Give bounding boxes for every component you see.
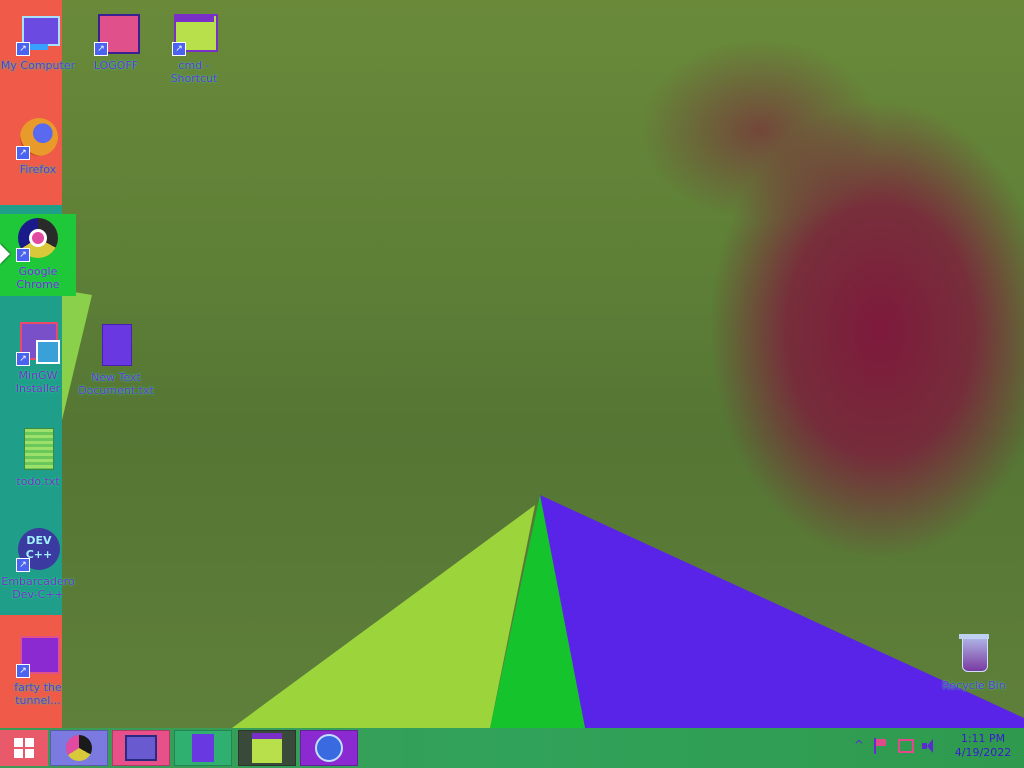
file-icon bbox=[192, 734, 214, 762]
text-document-icon bbox=[94, 324, 138, 368]
desktop-icon-recycle-bin[interactable]: Recycle Bin bbox=[936, 632, 1012, 692]
icon-label: Google Chrome bbox=[16, 265, 60, 291]
desktop-icon-firefox[interactable]: ↗ Firefox bbox=[0, 116, 76, 176]
desktop-icon-mingw-installer[interactable]: ↗ MinGW Installer bbox=[0, 322, 76, 395]
desktop: ↗ My Computer ↗ LOGOFF ↗ cmd - Shortcut … bbox=[0, 0, 1024, 728]
clock-time: 1:11 PM bbox=[960, 732, 1006, 745]
logoff-icon: ↗ bbox=[94, 12, 140, 56]
taskbar-cmd[interactable] bbox=[238, 730, 296, 766]
cmd-icon bbox=[252, 733, 282, 763]
folder-icon: ↗ bbox=[16, 634, 60, 678]
taskbar-chrome[interactable] bbox=[50, 730, 108, 766]
desktop-icon-farty-tunnel[interactable]: ↗ farty the tunnel... bbox=[0, 634, 76, 707]
taskbar: ^ bbox=[0, 728, 1024, 768]
recycle-bin-icon bbox=[952, 632, 996, 676]
desktop-icon-dev-cpp[interactable]: DEV C++ ↗ Embarcadero Dev-C++ bbox=[0, 528, 76, 601]
icon-label: Recycle Bin bbox=[942, 679, 1006, 692]
installer-icon: ↗ bbox=[16, 322, 60, 366]
desktop-icon-google-chrome[interactable]: ↗ Google Chrome bbox=[0, 214, 76, 296]
taskbar-file[interactable] bbox=[174, 730, 232, 766]
chrome-icon bbox=[66, 735, 92, 761]
desktop-icon-todo[interactable]: todo.txt bbox=[0, 428, 76, 488]
devcpp-icon: DEV C++ ↗ bbox=[16, 528, 60, 572]
taskbar-printer[interactable] bbox=[112, 730, 170, 766]
computer-icon: ↗ bbox=[16, 12, 60, 56]
mouse-cursor bbox=[0, 244, 10, 264]
start-button[interactable] bbox=[0, 730, 48, 766]
firefox-icon: ↗ bbox=[16, 116, 60, 160]
media-player-icon bbox=[315, 734, 343, 762]
desktop-icon-cmd-shortcut[interactable]: ↗ cmd - Shortcut bbox=[156, 12, 232, 85]
icon-label: My Computer bbox=[0, 59, 76, 72]
desktop-icon-my-computer[interactable]: ↗ My Computer bbox=[0, 12, 76, 72]
clock-date: 4/19/2022 bbox=[954, 746, 1012, 759]
text-file-icon bbox=[16, 428, 60, 472]
taskbar-media-player[interactable] bbox=[300, 730, 358, 766]
desktop-icon-logoff[interactable]: ↗ LOGOFF bbox=[78, 12, 154, 72]
volume-icon[interactable] bbox=[922, 738, 936, 754]
printer-icon bbox=[125, 735, 157, 761]
windows-start-icon bbox=[14, 738, 34, 758]
icon-label: New Text Document.txt bbox=[78, 371, 154, 397]
icon-label: MinGW Installer bbox=[15, 369, 61, 395]
icon-label: LOGOFF bbox=[93, 59, 139, 72]
icon-label: Firefox bbox=[19, 163, 57, 176]
icon-label: cmd - Shortcut bbox=[170, 59, 218, 85]
network-icon[interactable] bbox=[898, 739, 914, 753]
flag-icon[interactable] bbox=[874, 738, 888, 754]
icon-label: Embarcadero Dev-C++ bbox=[1, 575, 75, 601]
tray-chevron[interactable]: ^ bbox=[854, 738, 864, 752]
chrome-icon: ↗ bbox=[16, 218, 60, 262]
icon-label: todo.txt bbox=[16, 475, 60, 488]
desktop-icon-new-text-document[interactable]: New Text Document.txt bbox=[78, 324, 154, 397]
icon-label: farty the tunnel... bbox=[14, 681, 62, 707]
taskbar-clock[interactable]: 1:11 PM 4/19/2022 bbox=[948, 732, 1018, 760]
cmd-icon: ↗ bbox=[172, 12, 218, 56]
